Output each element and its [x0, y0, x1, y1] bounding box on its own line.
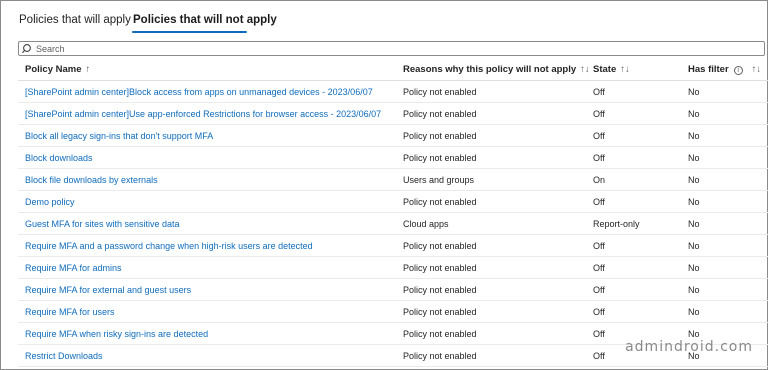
has-filter-cell: No — [688, 307, 700, 317]
state-cell: Off — [593, 307, 605, 317]
column-header-state[interactable]: State ↑↓ — [593, 64, 630, 75]
policy-name-link[interactable]: Require MFA for users — [25, 307, 115, 317]
has-filter-cell: No — [688, 197, 700, 207]
reason-cell: Policy not enabled — [403, 263, 477, 273]
table-row[interactable]: Block downloads Policy not enabled Off No — [18, 147, 768, 169]
has-filter-cell: No — [688, 285, 700, 295]
policy-name-link[interactable]: [SharePoint admin center]Block access fr… — [25, 87, 373, 97]
table-row[interactable]: Require MFA for users Policy not enabled O… — [18, 301, 768, 323]
state-cell: On — [593, 175, 606, 185]
state-cell: Off — [593, 351, 605, 361]
state-cell: Off — [593, 109, 605, 119]
reason-cell: Policy not enabled — [403, 351, 477, 361]
table-body: [SharePoint admin center]Block access fr… — [18, 81, 768, 367]
policy-name-link[interactable]: Require MFA when risky sign-ins are dete… — [25, 329, 208, 339]
watermark: admindroid.com — [625, 339, 753, 355]
state-cell: Off — [593, 263, 605, 273]
policy-name-link[interactable]: Guest MFA for sites with sensitive data — [25, 219, 180, 229]
has-filter-cell: No — [688, 219, 700, 229]
column-header-has-filter[interactable]: Has filter i ↑↓ — [688, 64, 761, 75]
has-filter-cell: No — [688, 329, 700, 339]
has-filter-cell: No — [688, 263, 700, 273]
state-cell: Off — [593, 241, 605, 251]
reason-cell: Policy not enabled — [403, 241, 477, 251]
column-header-reasons[interactable]: Reasons why this policy will not apply ↑↓ — [403, 64, 590, 75]
policy-name-link[interactable]: Block all legacy sign-ins that don't sup… — [25, 131, 213, 141]
policy-name-link[interactable]: [SharePoint admin center]Use app-enforce… — [25, 109, 381, 119]
sort-icon[interactable]: ↑ — [86, 64, 91, 75]
policy-name-link[interactable]: Block downloads — [25, 153, 93, 163]
column-header-label: Has filter — [688, 64, 729, 75]
state-cell: Off — [593, 285, 605, 295]
table-row[interactable]: Guest MFA for sites with sensitive data C… — [18, 213, 768, 235]
state-cell: Off — [593, 197, 605, 207]
state-cell: Off — [593, 153, 605, 163]
policy-name-link[interactable]: Block file downloads by externals — [25, 175, 158, 185]
reason-cell: Cloud apps — [403, 219, 449, 229]
has-filter-cell: No — [688, 131, 700, 141]
info-icon[interactable]: i — [733, 66, 743, 75]
tab-bar: Policies that will apply Policies that w… — [1, 1, 767, 39]
tab-policies-that-will-apply[interactable]: Policies that will apply — [19, 14, 131, 26]
state-cell: Off — [593, 329, 605, 339]
has-filter-cell: No — [688, 175, 700, 185]
has-filter-cell: No — [688, 109, 700, 119]
column-header-policy-name[interactable]: Policy Name ↑ — [25, 64, 90, 75]
state-cell: Off — [593, 131, 605, 141]
has-filter-cell: No — [688, 87, 700, 97]
policy-name-link[interactable]: Require MFA for admins — [25, 263, 122, 273]
policy-name-link[interactable]: Require MFA for external and guest users — [25, 285, 191, 295]
reason-cell: Users and groups — [403, 175, 475, 185]
has-filter-cell: No — [688, 153, 700, 163]
sort-icon[interactable]: ↑↓ — [752, 64, 762, 75]
table-row[interactable]: [SharePoint admin center]Use app-enforce… — [18, 103, 768, 125]
table-row[interactable]: Require MFA for admins Policy not enabled… — [18, 257, 768, 279]
table-row[interactable]: Block all legacy sign-ins that don't sup… — [18, 125, 768, 147]
policy-name-link[interactable]: Demo policy — [25, 197, 75, 207]
reason-cell: Policy not enabled — [403, 131, 477, 141]
reason-cell: Policy not enabled — [403, 153, 477, 163]
reason-cell: Policy not enabled — [403, 329, 477, 339]
sort-icon[interactable]: ↑↓ — [580, 64, 590, 75]
has-filter-cell: No — [688, 241, 700, 251]
reason-cell: Policy not enabled — [403, 285, 477, 295]
search-box[interactable] — [18, 41, 765, 56]
policies-panel: Policies that will apply Policies that w… — [0, 0, 768, 370]
table-header: Policy Name ↑ Reasons why this policy wil… — [18, 58, 768, 81]
reason-cell: Policy not enabled — [403, 87, 477, 97]
reason-cell: Policy not enabled — [403, 109, 477, 119]
table-row[interactable]: Require MFA for external and guest users… — [18, 279, 768, 301]
reason-cell: Policy not enabled — [403, 307, 477, 317]
reason-cell: Policy not enabled — [403, 197, 477, 207]
sort-icon[interactable]: ↑↓ — [620, 64, 630, 75]
table-row[interactable]: Block file downloads by externals Users a… — [18, 169, 768, 191]
search-input[interactable] — [36, 42, 736, 55]
policy-name-link[interactable]: Restrict Downloads — [25, 351, 103, 361]
active-tab-indicator — [132, 31, 247, 33]
table-row[interactable]: [SharePoint admin center]Block access fr… — [18, 81, 768, 103]
policy-name-link[interactable]: Require MFA and a password change when h… — [25, 241, 313, 251]
search-icon — [22, 44, 31, 53]
column-header-label: State — [593, 64, 617, 75]
column-header-label: Reasons why this policy will not apply — [403, 64, 577, 75]
state-cell: Off — [593, 87, 605, 97]
table-row[interactable]: Require MFA and a password change when h… — [18, 235, 768, 257]
policies-table: Policy Name ↑ Reasons why this policy wil… — [18, 58, 768, 367]
tab-policies-that-will-not-apply[interactable]: Policies that will not apply — [133, 14, 277, 26]
column-header-label: Policy Name — [25, 64, 82, 75]
state-cell: Report-only — [593, 219, 640, 229]
table-row[interactable]: Demo policy Policy not enabled Off No — [18, 191, 768, 213]
